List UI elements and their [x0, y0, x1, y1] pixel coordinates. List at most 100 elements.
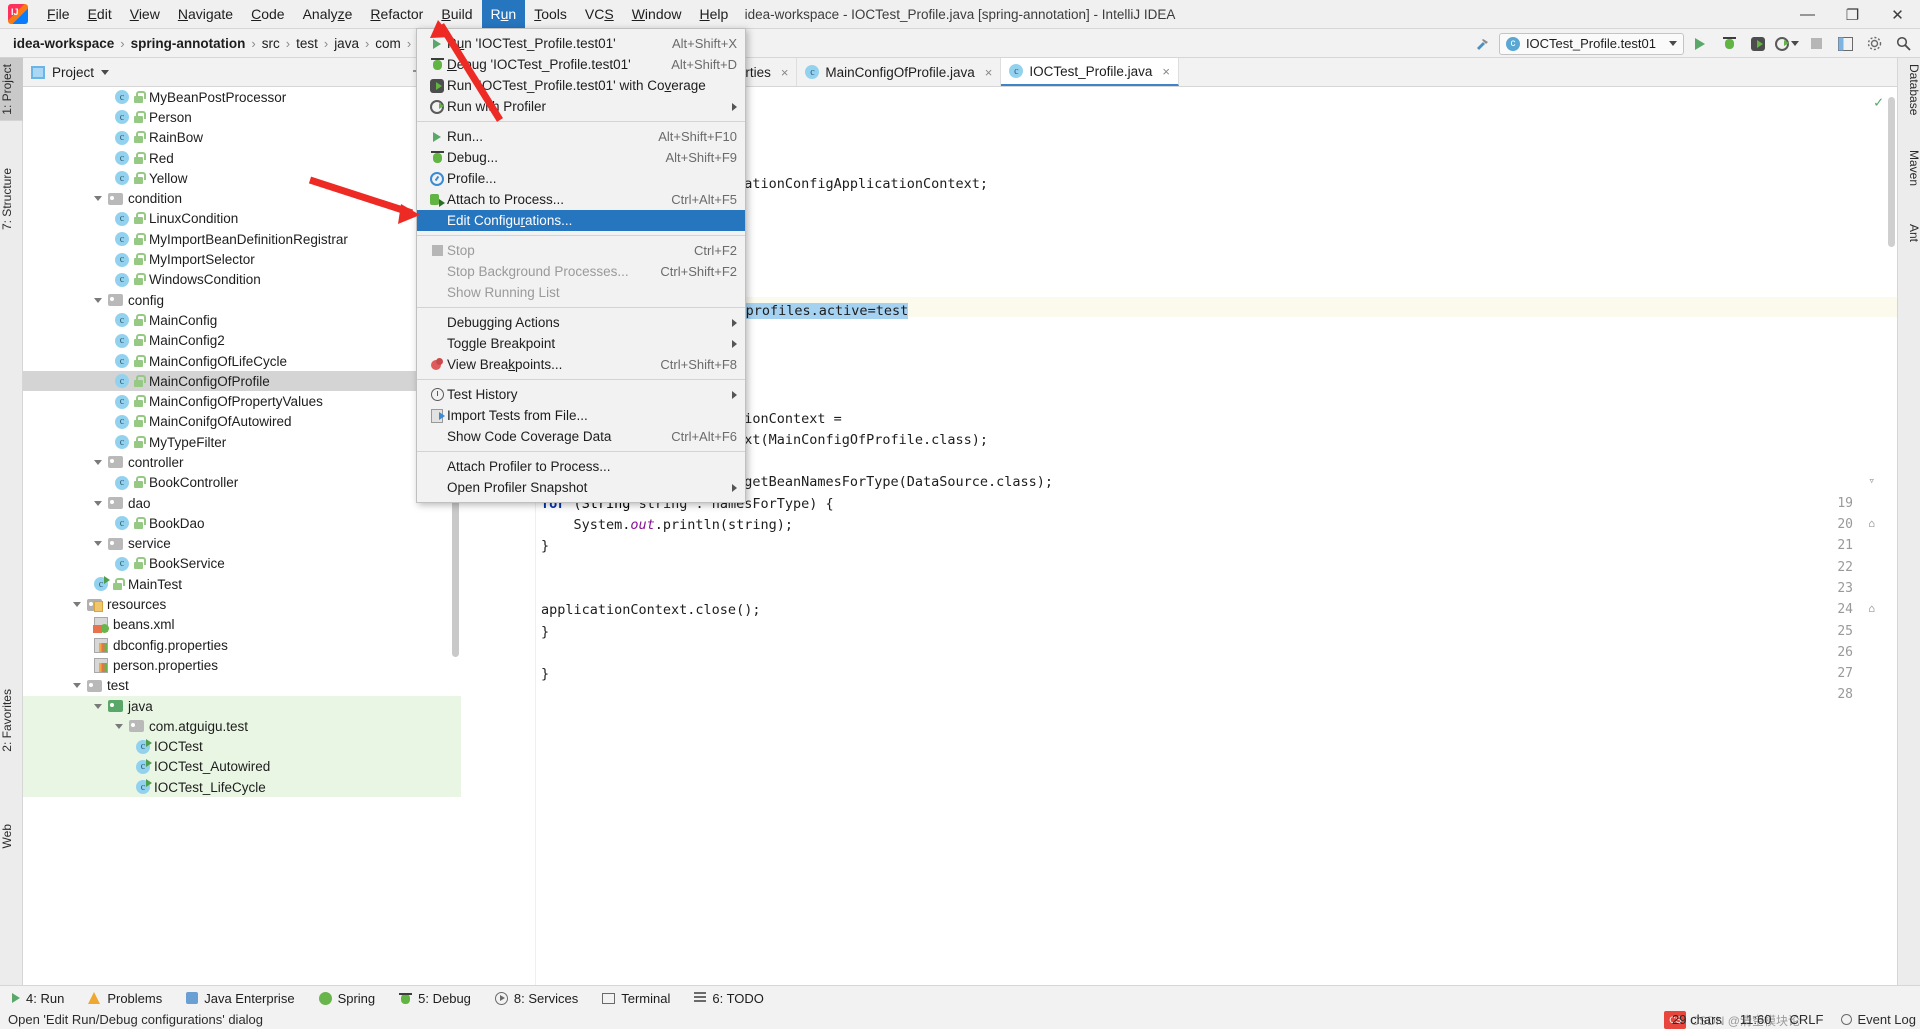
tree-node-bookservice[interactable]: c BookService [23, 554, 461, 574]
tree-node-red[interactable]: c Red [23, 148, 461, 168]
menu-edit[interactable]: Edit [79, 0, 121, 28]
tree-node-mainconfig2[interactable]: c MainConfig2 [23, 331, 461, 351]
tree-node-rainbow[interactable]: c RainBow [23, 128, 461, 148]
run-button[interactable] [1687, 32, 1713, 56]
sidebar-item-maven[interactable]: Maven [1898, 144, 1920, 192]
chevron-expanded-icon[interactable] [115, 723, 123, 729]
menu-window[interactable]: Window [623, 0, 691, 28]
menu-item-debug-ioctest-profile-test01[interactable]: Debug 'IOCTest_Profile.test01' Alt+Shift+… [417, 54, 745, 75]
bottom-tab-terminal[interactable]: Terminal [590, 986, 682, 1011]
tree-node-mainconfigofprofile[interactable]: c MainConfigOfProfile [23, 371, 461, 392]
breadcrumb-item-3[interactable]: test [291, 34, 323, 53]
chevron-down-icon[interactable] [101, 69, 110, 75]
menu-help[interactable]: Help [691, 0, 738, 28]
code-fold-marker[interactable]: ⌂ [1868, 602, 1875, 615]
menu-item-view-breakpoints[interactable]: View Breakpoints... Ctrl+Shift+F8 [417, 354, 745, 375]
chevron-expanded-icon[interactable] [94, 459, 102, 465]
tree-node-dbconfig-properties[interactable]: dbconfig.properties [23, 635, 461, 655]
chevron-expanded-icon[interactable] [94, 297, 102, 303]
tree-node-bookdao[interactable]: c BookDao [23, 513, 461, 533]
tree-node-myimportselector[interactable]: c MyImportSelector [23, 249, 461, 269]
breadcrumb-item-5[interactable]: com [370, 34, 406, 53]
tree-node-mainconfig[interactable]: c MainConfig [23, 310, 461, 330]
sidebar-item-web[interactable]: Web [0, 818, 23, 854]
menu-vcs[interactable]: VCS [576, 0, 623, 28]
tree-node-mainconfigoflifecycle[interactable]: c MainConfigOfLifeCycle [23, 351, 461, 371]
menu-item-debugging-actions[interactable]: Debugging Actions [417, 312, 745, 333]
menu-item-profile[interactable]: Profile... [417, 168, 745, 189]
bottom-tab-java-enterprise[interactable]: Java Enterprise [174, 986, 306, 1011]
chevron-expanded-icon[interactable] [73, 683, 81, 689]
run-with-coverage-button[interactable] [1745, 32, 1771, 56]
tree-node-ioctest-autowired[interactable]: c IOCTest_Autowired [23, 756, 461, 778]
chevron-expanded-icon[interactable] [73, 602, 81, 608]
menu-item-run[interactable]: Run... Alt+Shift+F10 [417, 126, 745, 147]
tree-node-mainconifgofautowired[interactable]: c MainConifgOfAutowired [23, 412, 461, 432]
menu-item-run-with-profiler[interactable]: Run with Profiler [417, 96, 745, 117]
status-line-separator[interactable]: CRLF [1790, 1012, 1824, 1027]
menu-item-attach-to-process[interactable]: Attach to Process... Ctrl+Alt+F5 [417, 189, 745, 210]
run-configuration-selector[interactable]: c IOCTest_Profile.test01 [1498, 32, 1684, 55]
menu-refactor[interactable]: Refactor [361, 0, 432, 28]
menu-navigate[interactable]: Navigate [169, 0, 242, 28]
menu-bar[interactable]: File Edit View Navigate Code Analyze Ref… [38, 0, 737, 29]
tab-ioctest-profile-java[interactable]: c IOCTest_Profile.java × [1001, 58, 1179, 86]
menu-item-test-history[interactable]: Test History [417, 384, 745, 405]
stop-button[interactable] [1803, 32, 1829, 56]
bottom-tab-debug[interactable]: 5: Debug [387, 986, 483, 1011]
tree-node-controller[interactable]: controller [23, 452, 461, 472]
chevron-expanded-icon[interactable] [94, 196, 102, 202]
run-toolbar[interactable]: c IOCTest_Profile.test01 [1470, 29, 1916, 58]
tree-node-condition[interactable]: condition [23, 188, 461, 208]
sidebar-item-structure[interactable]: 7: Structure [0, 162, 23, 236]
tree-node-test[interactable]: test [23, 676, 461, 696]
search-everywhere-icon[interactable] [1890, 32, 1916, 56]
menu-item-run-ioctest-profile-test01[interactable]: Run 'IOCTest_Profile.test01' Alt+Shift+X [417, 33, 745, 54]
chevron-expanded-icon[interactable] [94, 541, 102, 547]
tree-node-person[interactable]: c Person [23, 107, 461, 127]
menu-view[interactable]: View [121, 0, 169, 28]
tree-node-person-properties[interactable]: person.properties [23, 655, 461, 675]
menu-item-debug[interactable]: Debug... Alt+Shift+F9 [417, 147, 745, 168]
maximize-button[interactable]: ❐ [1830, 0, 1875, 29]
tree-node-com-atguigu-test[interactable]: com.atguigu.test [23, 716, 461, 737]
chevron-expanded-icon[interactable] [94, 703, 102, 709]
bottom-tab-problems[interactable]: Problems [76, 986, 174, 1011]
minimize-button[interactable]: — [1785, 0, 1830, 29]
tree-node-service[interactable]: service [23, 534, 461, 554]
breadcrumb[interactable]: idea-workspace › spring-annotation › src… [8, 34, 466, 53]
menu-item-show-code-coverage-data[interactable]: Show Code Coverage Data Ctrl+Alt+F6 [417, 426, 745, 447]
menu-build[interactable]: Build [432, 0, 481, 28]
tab-mainconfigofprofile-java[interactable]: c MainConfigOfProfile.java × [797, 58, 1002, 86]
tree-node-yellow[interactable]: c Yellow [23, 168, 461, 188]
sidebar-item-database[interactable]: Database [1898, 58, 1920, 121]
tree-node-mytypefilter[interactable]: c MyTypeFilter [23, 432, 461, 452]
menu-item-import-tests-from-file[interactable]: Import Tests from File... [417, 405, 745, 426]
breadcrumb-item-1[interactable]: spring-annotation [126, 34, 251, 53]
close-icon[interactable]: × [985, 65, 993, 80]
event-log-button[interactable]: Event Log [1841, 1012, 1916, 1027]
close-button[interactable]: ✕ [1875, 0, 1920, 29]
tree-node-java[interactable]: java [23, 695, 461, 717]
close-icon[interactable]: × [1162, 64, 1170, 79]
menu-tools[interactable]: Tools [525, 0, 576, 28]
tree-node-beans-xml[interactable]: beans.xml [23, 615, 461, 635]
menu-item-toggle-breakpoint[interactable]: Toggle Breakpoint [417, 333, 745, 354]
bottom-tab-spring[interactable]: Spring [307, 986, 388, 1011]
tree-node-ioctest-lifecycle[interactable]: c IOCTest_LifeCycle [23, 777, 461, 798]
bottom-tab-todo[interactable]: 6: TODO [682, 986, 776, 1011]
tree-node-windowscondition[interactable]: c WindowsCondition [23, 270, 461, 290]
tree-node-bookcontroller[interactable]: c BookController [23, 473, 461, 493]
layout-icon[interactable] [1832, 32, 1858, 56]
tree-node-dao[interactable]: dao [23, 493, 461, 513]
tree-node-maintest[interactable]: c MainTest [23, 574, 461, 594]
tree-node-myimportbeandefinitionregistrar[interactable]: c MyImportBeanDefinitionRegistrar [23, 229, 461, 249]
menu-run[interactable]: Run [481, 0, 526, 28]
code-fold-marker[interactable]: ⌂ [1868, 517, 1875, 530]
breadcrumb-item-4[interactable]: java [329, 34, 364, 53]
tree-node-config[interactable]: config [23, 290, 461, 310]
settings-gear-icon[interactable] [1861, 32, 1887, 56]
tree-node-resources[interactable]: resources [23, 594, 461, 614]
chevron-expanded-icon[interactable] [94, 500, 102, 506]
project-tree[interactable]: c MyBeanPostProcessor c Person c RainBow c Red c… [23, 87, 461, 991]
